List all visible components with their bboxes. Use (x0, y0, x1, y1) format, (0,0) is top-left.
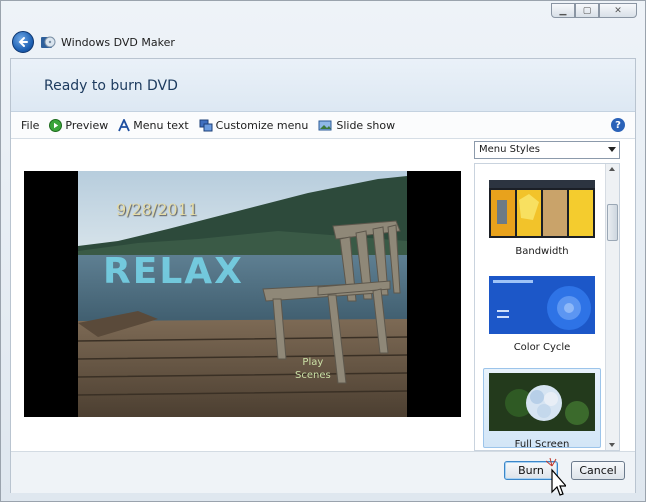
file-menu[interactable]: File (21, 114, 39, 136)
slide-show-button[interactable]: Slide show (318, 114, 395, 136)
back-arrow-icon (18, 37, 28, 47)
toolbar: File Preview Menu text Customize menu Sl… (11, 112, 635, 139)
play-label: Play (302, 357, 324, 368)
file-menu-label: File (21, 118, 40, 132)
styles-scrollbar[interactable] (605, 164, 619, 450)
menu-text-label: Menu text (133, 118, 189, 132)
window-controls: ▁ ▢ ✕ (551, 3, 637, 18)
dvd-maker-app-icon (41, 36, 56, 48)
scroll-down-icon[interactable] (609, 443, 615, 447)
menu-styles-dropdown-value: Menu Styles (479, 144, 540, 155)
slide-show-icon (318, 120, 332, 130)
scenes-label: Scenes (295, 370, 331, 381)
slide-show-label: Slide show (336, 118, 396, 132)
chevron-down-icon (608, 147, 616, 152)
mouse-pointer-icon (546, 458, 566, 496)
style-item-color-cycle[interactable]: Color Cycle (483, 276, 601, 353)
color-cycle-label: Color Cycle (513, 342, 571, 353)
content-area: 9/28/2011 RELAX Play Scenes Menu Styles (11, 139, 635, 451)
customize-menu-button[interactable]: Customize menu (199, 114, 309, 136)
back-button[interactable] (12, 31, 34, 53)
wizard-client-area: Ready to burn DVD File Preview Menu text… (10, 58, 636, 493)
style-item-bandwidth[interactable]: Bandwidth (483, 180, 601, 257)
full-screen-label: Full Screen (514, 439, 570, 450)
bandwidth-label: Bandwidth (515, 246, 569, 257)
maximize-button[interactable]: ▢ (575, 3, 599, 18)
preview-image: 9/28/2011 RELAX Play Scenes (77, 171, 408, 417)
maximize-icon: ▢ (582, 5, 592, 16)
wizard-footer: Burn Cancel (11, 451, 635, 493)
menu-text-icon (118, 118, 131, 131)
close-button[interactable]: ✕ (599, 3, 637, 18)
minimize-icon: ▁ (559, 5, 567, 16)
bandwidth-thumbnail (489, 180, 595, 238)
help-icon[interactable]: ? (611, 118, 625, 132)
customize-menu-icon (199, 119, 213, 131)
preview-button[interactable]: Preview (49, 114, 108, 136)
menu-title-text: RELAX (103, 251, 244, 292)
menu-styles-list: Bandwidth Color Cycle Full Screen (474, 163, 620, 451)
full-screen-thumbnail (489, 373, 595, 431)
wizard-header: Ready to burn DVD (11, 59, 635, 112)
menu-text-button[interactable]: Menu text (118, 114, 189, 136)
scroll-up-icon[interactable] (609, 167, 615, 171)
cancel-button[interactable]: Cancel (571, 461, 625, 480)
scroll-thumb[interactable] (607, 204, 618, 241)
page-title: Ready to burn DVD (44, 78, 178, 94)
customize-menu-label: Customize menu (215, 118, 309, 132)
preview-label: Preview (65, 118, 109, 132)
preview-play-icon (49, 118, 63, 132)
color-cycle-thumbnail (489, 276, 595, 334)
window-title: Windows DVD Maker (61, 36, 175, 49)
style-item-full-screen[interactable]: Full Screen (483, 368, 601, 450)
close-icon: ✕ (614, 5, 622, 16)
menu-date-text: 9/28/2011 (116, 200, 199, 219)
minimize-button[interactable]: ▁ (551, 3, 575, 18)
dvd-maker-window: ▁ ▢ ✕ Windows DVD Maker Ready to burn DV… (0, 0, 646, 502)
menu-styles-dropdown[interactable]: Menu Styles (474, 141, 620, 159)
play-scenes-link[interactable]: Play Scenes (295, 356, 331, 382)
dvd-menu-preview: 9/28/2011 RELAX Play Scenes (24, 171, 461, 417)
